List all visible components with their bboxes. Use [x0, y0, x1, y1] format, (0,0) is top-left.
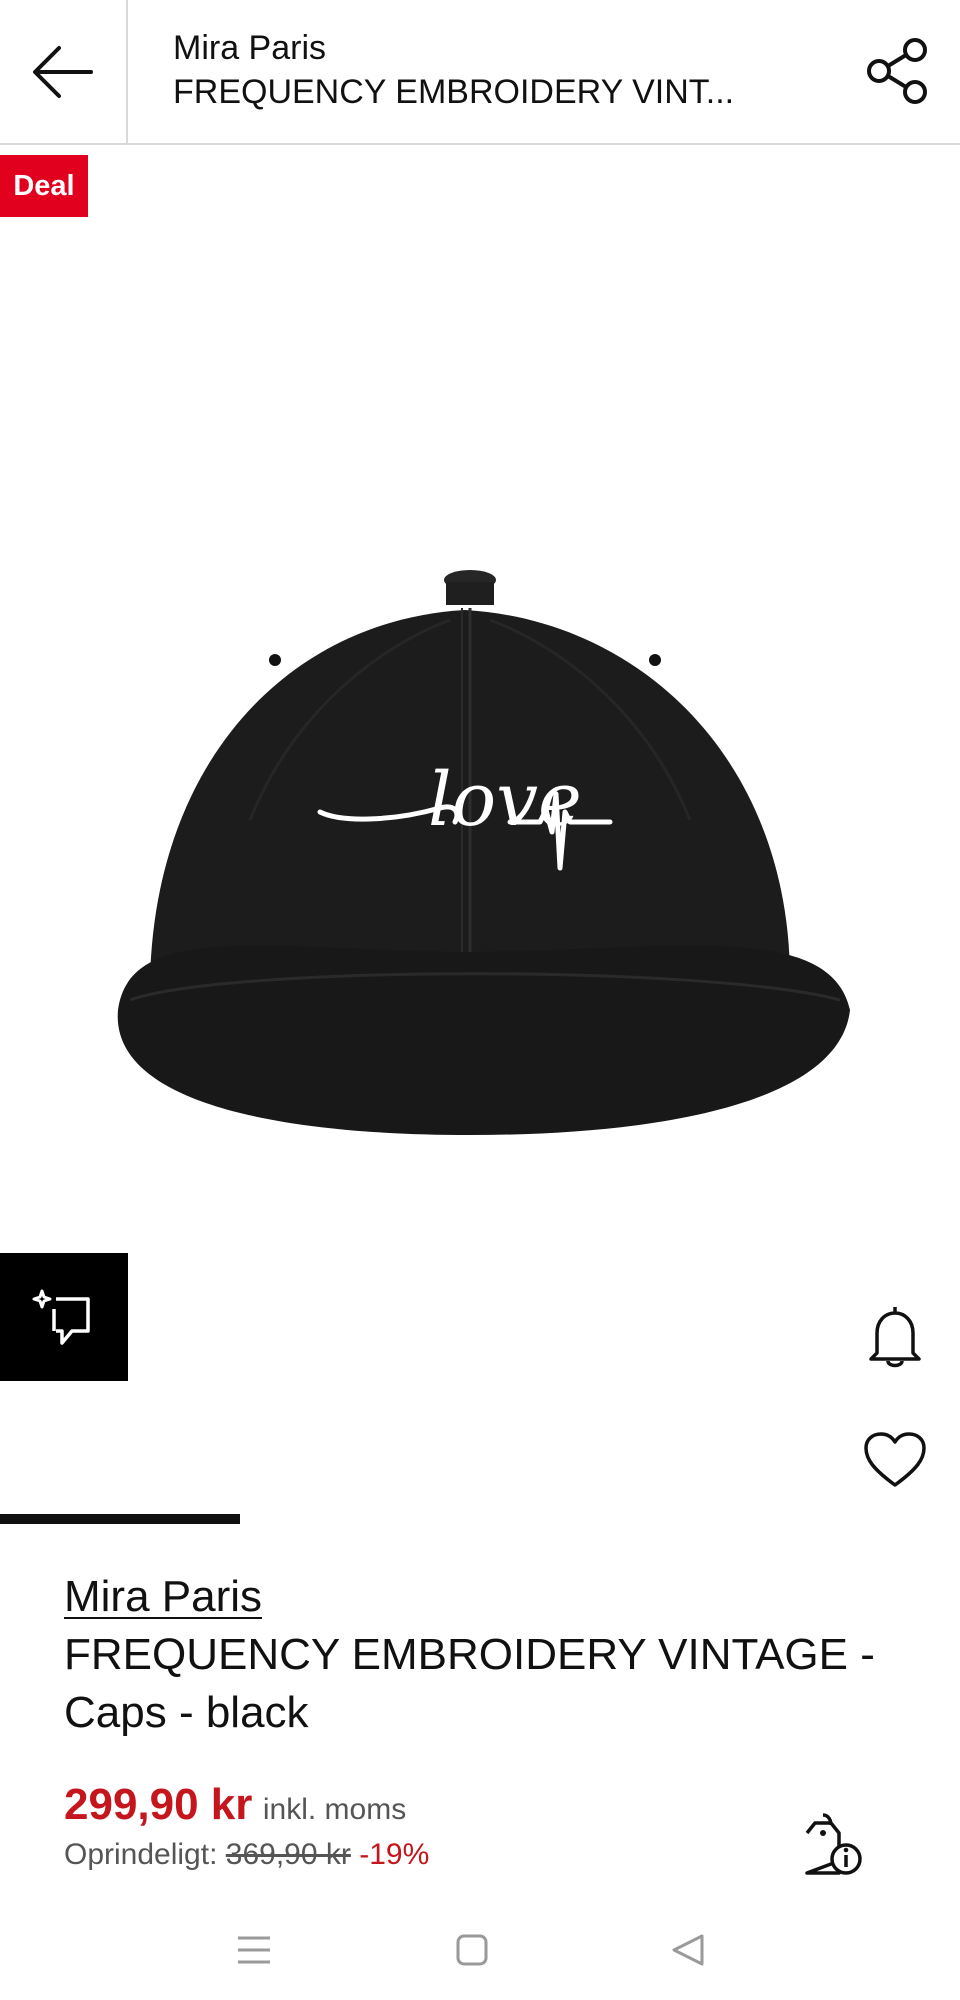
- home-button[interactable]: [444, 1922, 500, 1978]
- system-back-button[interactable]: [660, 1922, 716, 1978]
- brand-link[interactable]: Mira Paris: [64, 1568, 262, 1626]
- wishlist-button[interactable]: [860, 1428, 930, 1492]
- share-button[interactable]: [864, 36, 932, 106]
- product-name: FREQUENCY EMBROIDERY VINTAGE - Caps - bl…: [64, 1630, 875, 1737]
- deal-badge: Deal: [0, 155, 88, 217]
- virtual-try-on-button[interactable]: [0, 1253, 128, 1381]
- header-product-title: FREQUENCY EMBROIDERY VINT...: [173, 73, 735, 111]
- discount-percent: -19%: [359, 1838, 430, 1871]
- price-tag-info-icon: [805, 1813, 862, 1875]
- triangle-back-icon: [672, 1934, 704, 1966]
- original-price: 369,90 kr: [225, 1838, 351, 1871]
- square-icon: [456, 1934, 488, 1966]
- original-price-label: Oprindeligt:: [64, 1838, 218, 1871]
- product-image-cap[interactable]: love: [110, 560, 870, 1160]
- heart-icon: [864, 1432, 926, 1487]
- vat-note: inkl. moms: [262, 1793, 407, 1826]
- gallery-progress-bar: [0, 1514, 960, 1524]
- system-navigation-bar: [0, 1900, 960, 2000]
- virtual-try-on-icon: [32, 1289, 90, 1345]
- arrow-left-icon: [33, 45, 93, 98]
- current-price: 299,90 kr: [64, 1780, 253, 1829]
- header-brand: Mira Paris: [173, 29, 327, 67]
- gallery-progress-fill: [0, 1514, 240, 1524]
- share-icon: [867, 38, 927, 104]
- notify-button[interactable]: [860, 1300, 930, 1372]
- recent-apps-button[interactable]: [226, 1922, 282, 1978]
- menu-lines-icon: [238, 1936, 270, 1964]
- bell-icon: [869, 1307, 921, 1368]
- top-app-bar: Mira Paris FREQUENCY EMBROIDERY VINT...: [0, 0, 960, 145]
- back-button[interactable]: [0, 0, 128, 143]
- price-info-button[interactable]: [800, 1808, 864, 1880]
- cap-embroidery-text: love: [428, 757, 582, 843]
